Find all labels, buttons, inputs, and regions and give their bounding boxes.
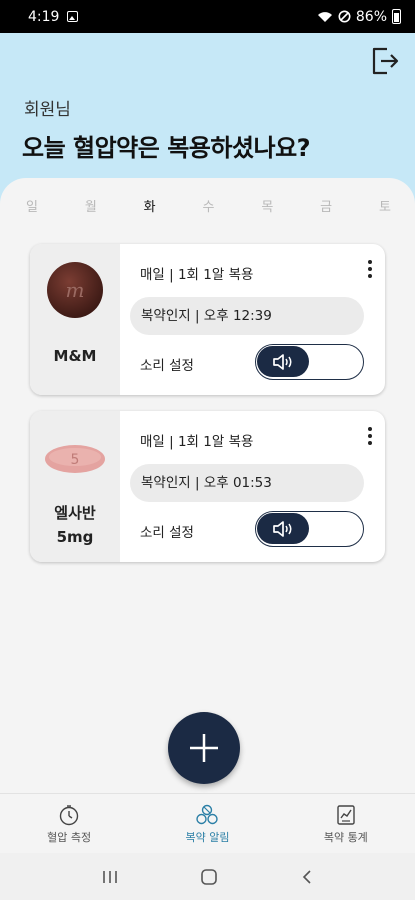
stopwatch-icon (59, 805, 79, 826)
pill-image: 5 (45, 445, 105, 473)
gallery-icon (67, 11, 79, 22)
pill-image: m (47, 262, 103, 318)
weekday-fri[interactable]: 금 (316, 196, 336, 215)
sound-toggle-knob (257, 513, 309, 544)
system-nav-bar (0, 853, 415, 900)
member-name: 회원님 (24, 100, 71, 120)
svg-text:m: m (66, 278, 85, 302)
weekday-wed[interactable]: 수 (198, 196, 218, 215)
weekday-sun[interactable]: 일 (22, 196, 42, 215)
reminder-time[interactable]: 복약인지 | 오후 01:53 (130, 464, 364, 502)
sound-toggle[interactable] (255, 344, 364, 380)
pill-panel: m M&M (30, 244, 120, 395)
pill-name: M&M (53, 347, 97, 365)
dnd-icon (338, 10, 351, 23)
status-bar: 4:19 86% (0, 0, 415, 33)
plus-icon (190, 734, 218, 762)
logout-button[interactable] (369, 45, 401, 77)
nav-label: 혈압 측정 (47, 831, 92, 844)
weekday-mon[interactable]: 월 (81, 196, 101, 215)
pill-panel: 5 엘사반 5mg (30, 411, 120, 562)
pill-name: 엘사반 (54, 504, 96, 522)
weekday-tue[interactable]: 화 (140, 196, 160, 215)
weekday-selector: 일 월 화 수 목 금 토 (0, 196, 415, 215)
pills-icon (196, 804, 219, 825)
medication-card[interactable]: m M&M 매일 | 1회 1알 복용 복약인지 | 오후 12:39 소리 설… (30, 244, 385, 395)
pill-imprint: 5 (71, 452, 80, 468)
recent-apps-icon[interactable] (101, 869, 119, 885)
dose-frequency: 매일 | 1회 1알 복용 (140, 267, 254, 283)
sound-toggle-knob (257, 346, 309, 377)
more-options-button[interactable] (363, 425, 377, 447)
main-panel: 일 월 화 수 목 금 토 m M&M 매일 | 1회 1알 복용 복약인지 | (0, 178, 415, 793)
bottom-nav: 혈압 측정 복약 알림 복약 통계 (0, 793, 415, 853)
status-time: 4:19 (28, 8, 60, 25)
pill-dosage: 5mg (56, 528, 94, 546)
sound-setting-label: 소리 설정 (140, 525, 194, 541)
page-title: 오늘 혈압약은 복용하셨나요? (22, 134, 311, 162)
speaker-icon (273, 520, 292, 537)
wifi-icon (317, 11, 332, 22)
battery-percent: 86% (355, 8, 387, 25)
sound-setting-label: 소리 설정 (140, 358, 194, 374)
more-options-button[interactable] (363, 258, 377, 280)
reminder-time[interactable]: 복약인지 | 오후 12:39 (130, 297, 364, 335)
nav-label: 복약 통계 (323, 831, 368, 844)
sound-toggle[interactable] (255, 511, 364, 547)
nav-blood-pressure[interactable]: 혈압 측정 (0, 794, 138, 853)
weekday-sat[interactable]: 토 (375, 196, 395, 215)
back-icon[interactable] (300, 869, 314, 885)
speaker-icon (273, 353, 292, 370)
nav-label: 복약 알림 (185, 831, 230, 844)
weekday-thu[interactable]: 목 (257, 196, 277, 215)
logout-icon (372, 47, 399, 75)
add-medication-button[interactable] (168, 712, 240, 784)
dose-frequency: 매일 | 1회 1알 복용 (140, 434, 254, 450)
nav-medication-stats[interactable]: 복약 통계 (277, 794, 415, 853)
nav-medication-alarm[interactable]: 복약 알림 (138, 794, 276, 853)
medication-card[interactable]: 5 엘사반 5mg 매일 | 1회 1알 복용 복약인지 | 오후 01:53 … (30, 411, 385, 562)
battery-icon (392, 9, 401, 24)
chart-icon (337, 805, 355, 825)
home-icon[interactable] (200, 868, 218, 886)
